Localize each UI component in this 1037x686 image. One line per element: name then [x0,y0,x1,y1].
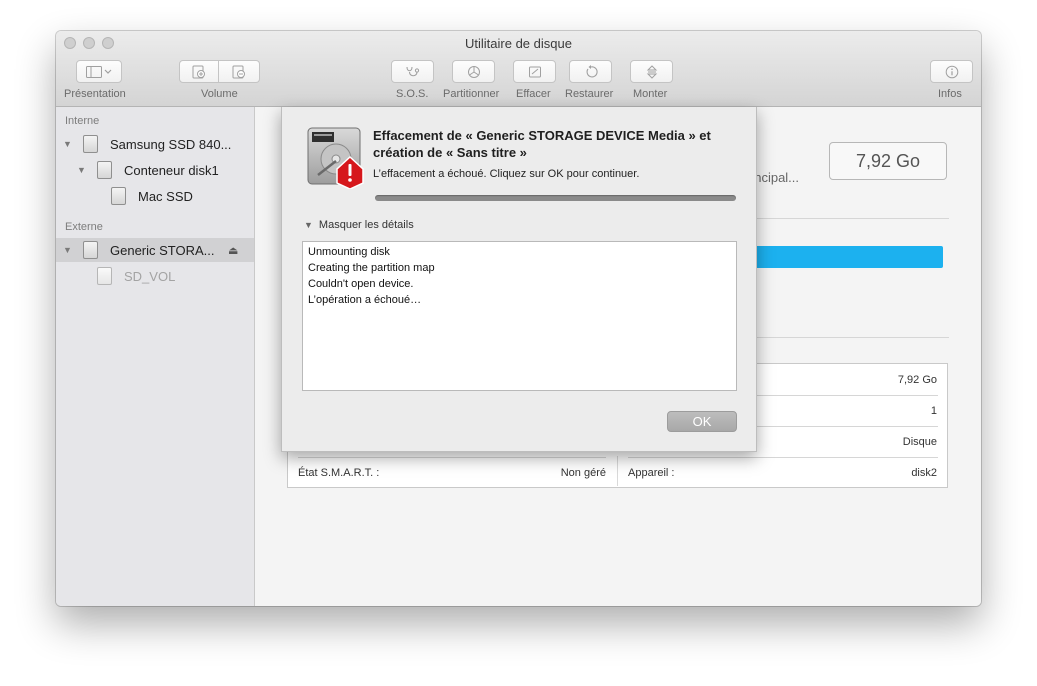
dialog-message: L’effacement a échoué. Cliquez sur OK po… [373,168,640,180]
usage-bar [747,246,943,268]
sidebar-item-label: Mac SSD [138,188,193,204]
sidebar-item-mac-ssd[interactable]: Mac SSD [56,184,254,208]
add-volume-button[interactable] [179,60,219,83]
table-value: 7,92 Go [897,374,937,386]
restore-button[interactable] [569,60,612,83]
erase-sheet-dialog: Effacement de « Generic STORAGE DEVICE M… [281,107,757,452]
log-line: L’opération a échoué… [308,294,422,306]
restore-arrow-icon [586,64,598,77]
unmounted-volume-icon [97,267,112,285]
first-aid-label: S.O.S. [396,88,429,100]
log-line: Couldn't open device. [308,278,414,290]
toolbar: Utilitaire de disque Présentation Volume… [56,31,981,107]
table-divider [628,457,938,458]
details-log[interactable]: Unmounting disk Creating the partition m… [302,241,737,391]
sidebar-header-internal: Interne [65,115,100,127]
info-button[interactable] [930,60,973,83]
presentation-button[interactable] [76,60,122,83]
restore-label: Restaurer [565,88,614,100]
table-value: 1 [930,405,937,417]
stethoscope-icon [405,66,419,76]
partition-label: Partitionner [443,88,500,100]
remove-volume-icon [232,65,245,78]
sidebar-item-generic-storage[interactable]: ▼ Generic STORA... ⏏ [56,238,254,262]
progress-bar [375,195,736,201]
smart-status-label: État S.M.A.R.T. : [298,467,380,479]
disclosure-triangle-icon[interactable]: ▼ [63,139,72,149]
mount-button[interactable] [630,60,673,83]
window-title: Utilitaire de disque [465,36,572,51]
sidebar-item-label: Samsung SSD 840... [110,136,232,152]
volume-disk-icon [111,187,126,205]
disclosure-triangle-icon: ▼ [304,220,313,230]
sidebar-item-label: Conteneur disk1 [124,162,219,178]
capacity-box: 7,92 Go [829,142,947,180]
erase-label: Effacer [516,88,551,100]
external-disk-icon [83,241,98,259]
erase-disk-icon [528,66,541,77]
smart-status-value: Non géré [560,467,606,479]
first-aid-button[interactable] [391,60,434,83]
info-label: Infos [938,88,962,100]
sidebar-item-container-disk1[interactable]: ▼ Conteneur disk1 [56,158,254,182]
presentation-label: Présentation [64,88,126,100]
disk-error-icon [307,127,364,189]
sidebar-header-external: Externe [65,221,103,233]
mount-icon [646,64,657,79]
details-toggle-label: Masquer les détails [318,219,414,231]
log-line: Creating the partition map [308,262,435,274]
disclosure-triangle-icon[interactable]: ▼ [77,165,86,175]
partition-button[interactable] [452,60,495,83]
sidebar-item-label: Generic STORA... [110,242,215,258]
sidebar-item-label: SD_VOL [124,268,176,284]
table-column-divider [617,456,618,486]
sidebar-toggle-icon [86,65,112,78]
internal-disk-icon [83,135,98,153]
erase-button[interactable] [513,60,556,83]
device-value: disk2 [911,467,937,479]
container-icon [97,161,112,179]
dialog-title: Effacement de « Generic STORAGE DEVICE M… [373,128,711,160]
disclosure-triangle-icon[interactable]: ▼ [63,245,72,255]
divider [747,218,949,219]
details-toggle[interactable]: ▼ Masquer les détails [304,219,414,231]
volume-label: Volume [201,88,238,100]
ok-button[interactable]: OK [667,411,737,432]
sidebar: Interne ▼ Samsung SSD 840... ▼ Conteneur… [56,107,255,606]
table-divider [298,457,606,458]
eject-icon[interactable]: ⏏ [228,244,238,257]
remove-volume-button[interactable] [219,60,260,83]
device-label: Appareil : [628,467,675,479]
info-icon [945,65,958,78]
disk-utility-window: Utilitaire de disque Présentation Volume… [56,31,981,606]
mount-label: Monter [633,88,668,100]
sidebar-item-samsung-ssd[interactable]: ▼ Samsung SSD 840... [56,132,254,156]
sidebar-item-sd-vol[interactable]: SD_VOL [56,264,254,288]
add-volume-icon [192,65,205,78]
table-value: Disque [902,436,937,448]
partition-pie-icon [467,65,480,78]
log-line: Unmounting disk [308,246,390,258]
divider [747,337,949,338]
